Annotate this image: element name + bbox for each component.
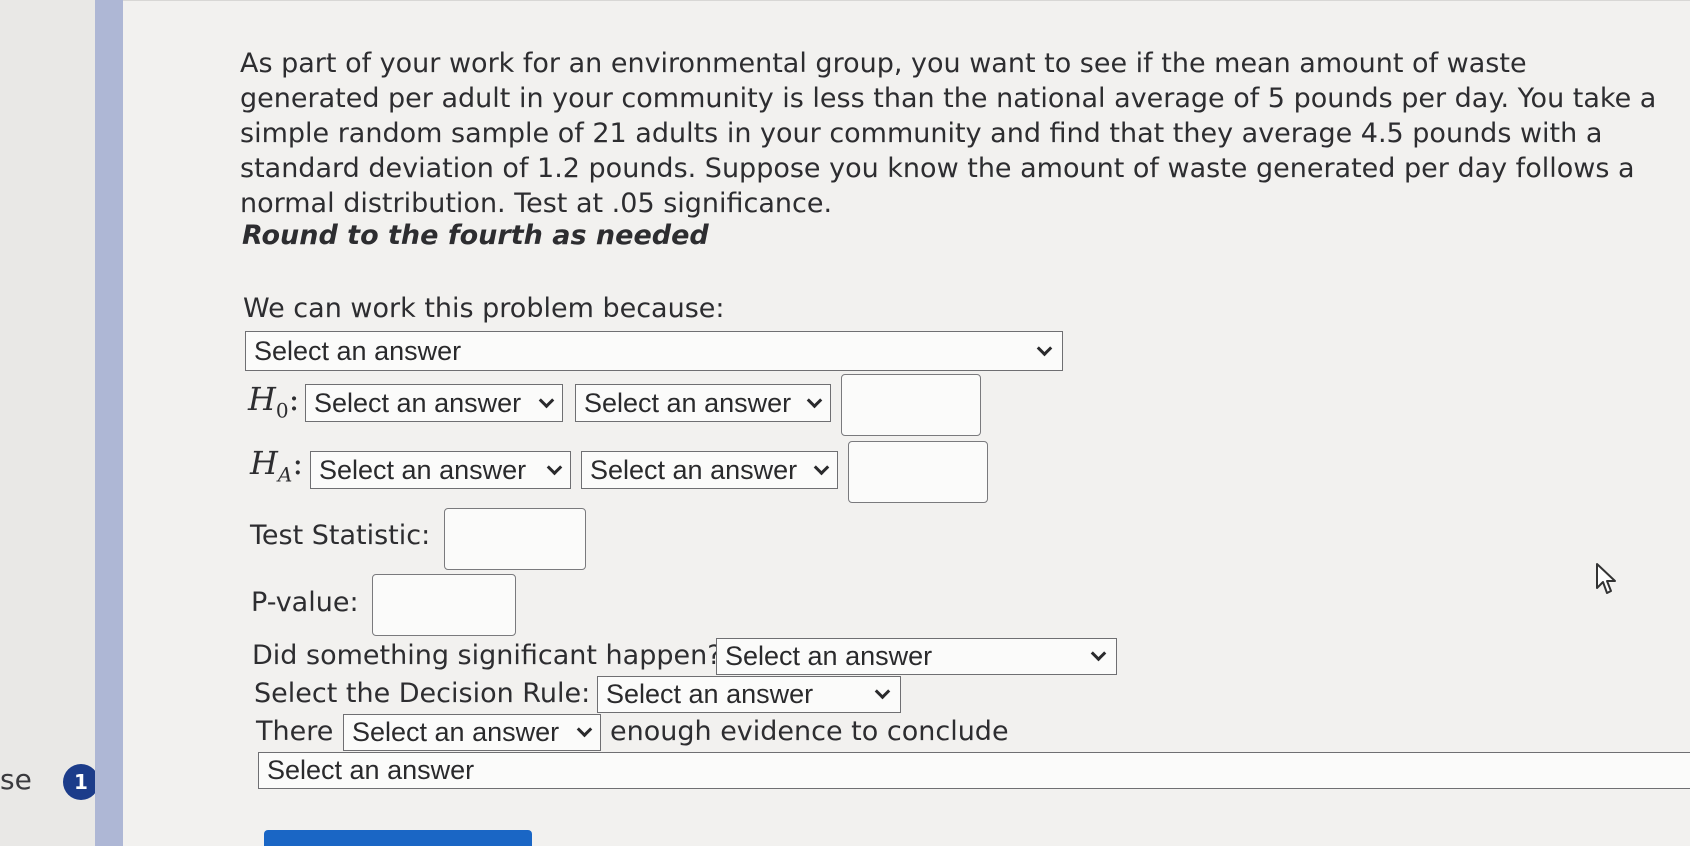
accent-bar bbox=[95, 0, 123, 846]
chevron-down-icon bbox=[813, 459, 830, 475]
chevron-down-icon bbox=[806, 392, 823, 408]
significant-select-value: Select an answer bbox=[725, 641, 933, 671]
evidence-select-value: Select an answer bbox=[352, 717, 560, 747]
decision-rule-select-value: Select an answer bbox=[606, 679, 814, 709]
there-label: There bbox=[256, 716, 334, 747]
submit-button[interactable] bbox=[264, 830, 532, 846]
reason-select-value: Select an answer bbox=[254, 335, 462, 366]
question-number-badge[interactable]: 1 bbox=[63, 764, 99, 800]
question-text: As part of your work for an environmenta… bbox=[240, 48, 1657, 219]
ha-operator-select[interactable]: Select an answer bbox=[581, 451, 838, 489]
rounding-note: Round to the fourth as needed bbox=[242, 220, 709, 251]
pvalue-label: P-value: bbox=[251, 587, 359, 618]
test-statistic-label: Test Statistic: bbox=[250, 520, 431, 551]
h0-parameter-select[interactable]: Select an answer bbox=[305, 384, 563, 422]
h0-symbol: H0: bbox=[248, 380, 300, 423]
test-statistic-input[interactable] bbox=[444, 508, 586, 570]
h0-operator-select[interactable]: Select an answer bbox=[575, 384, 831, 422]
sidebar-label: se bbox=[0, 763, 32, 796]
decision-rule-label: Select the Decision Rule: bbox=[254, 678, 591, 709]
chevron-down-icon bbox=[1036, 340, 1053, 356]
evidence-select[interactable]: Select an answer bbox=[343, 714, 601, 751]
h0-parameter-value: Select an answer bbox=[314, 387, 522, 418]
h0-operator-value: Select an answer bbox=[584, 387, 792, 418]
enough-evidence-label: enough evidence to conclude bbox=[610, 716, 1009, 747]
h0-value-input[interactable] bbox=[841, 374, 981, 436]
left-panel bbox=[0, 0, 95, 846]
ha-operator-value: Select an answer bbox=[590, 454, 798, 485]
ha-parameter-select[interactable]: Select an answer bbox=[310, 451, 571, 489]
significant-label: Did something significant happen? bbox=[252, 640, 722, 671]
decision-rule-select[interactable]: Select an answer bbox=[597, 676, 901, 713]
ha-parameter-value: Select an answer bbox=[319, 454, 527, 485]
ha-value-input[interactable] bbox=[848, 441, 988, 503]
significant-select[interactable]: Select an answer bbox=[716, 638, 1117, 675]
chevron-down-icon bbox=[546, 459, 563, 475]
chevron-down-icon bbox=[874, 683, 891, 700]
reason-select[interactable]: Select an answer bbox=[245, 331, 1063, 371]
chevron-down-icon bbox=[576, 721, 593, 738]
conclusion-select[interactable]: Select an answer bbox=[258, 752, 1690, 789]
reason-label: We can work this problem because: bbox=[243, 293, 725, 324]
chevron-down-icon bbox=[538, 392, 555, 408]
ha-symbol: HA: bbox=[250, 444, 304, 487]
conclusion-select-value: Select an answer bbox=[267, 755, 475, 785]
pvalue-input[interactable] bbox=[372, 574, 516, 636]
mouse-cursor-icon bbox=[1596, 563, 1616, 594]
chevron-down-icon bbox=[1090, 645, 1107, 662]
